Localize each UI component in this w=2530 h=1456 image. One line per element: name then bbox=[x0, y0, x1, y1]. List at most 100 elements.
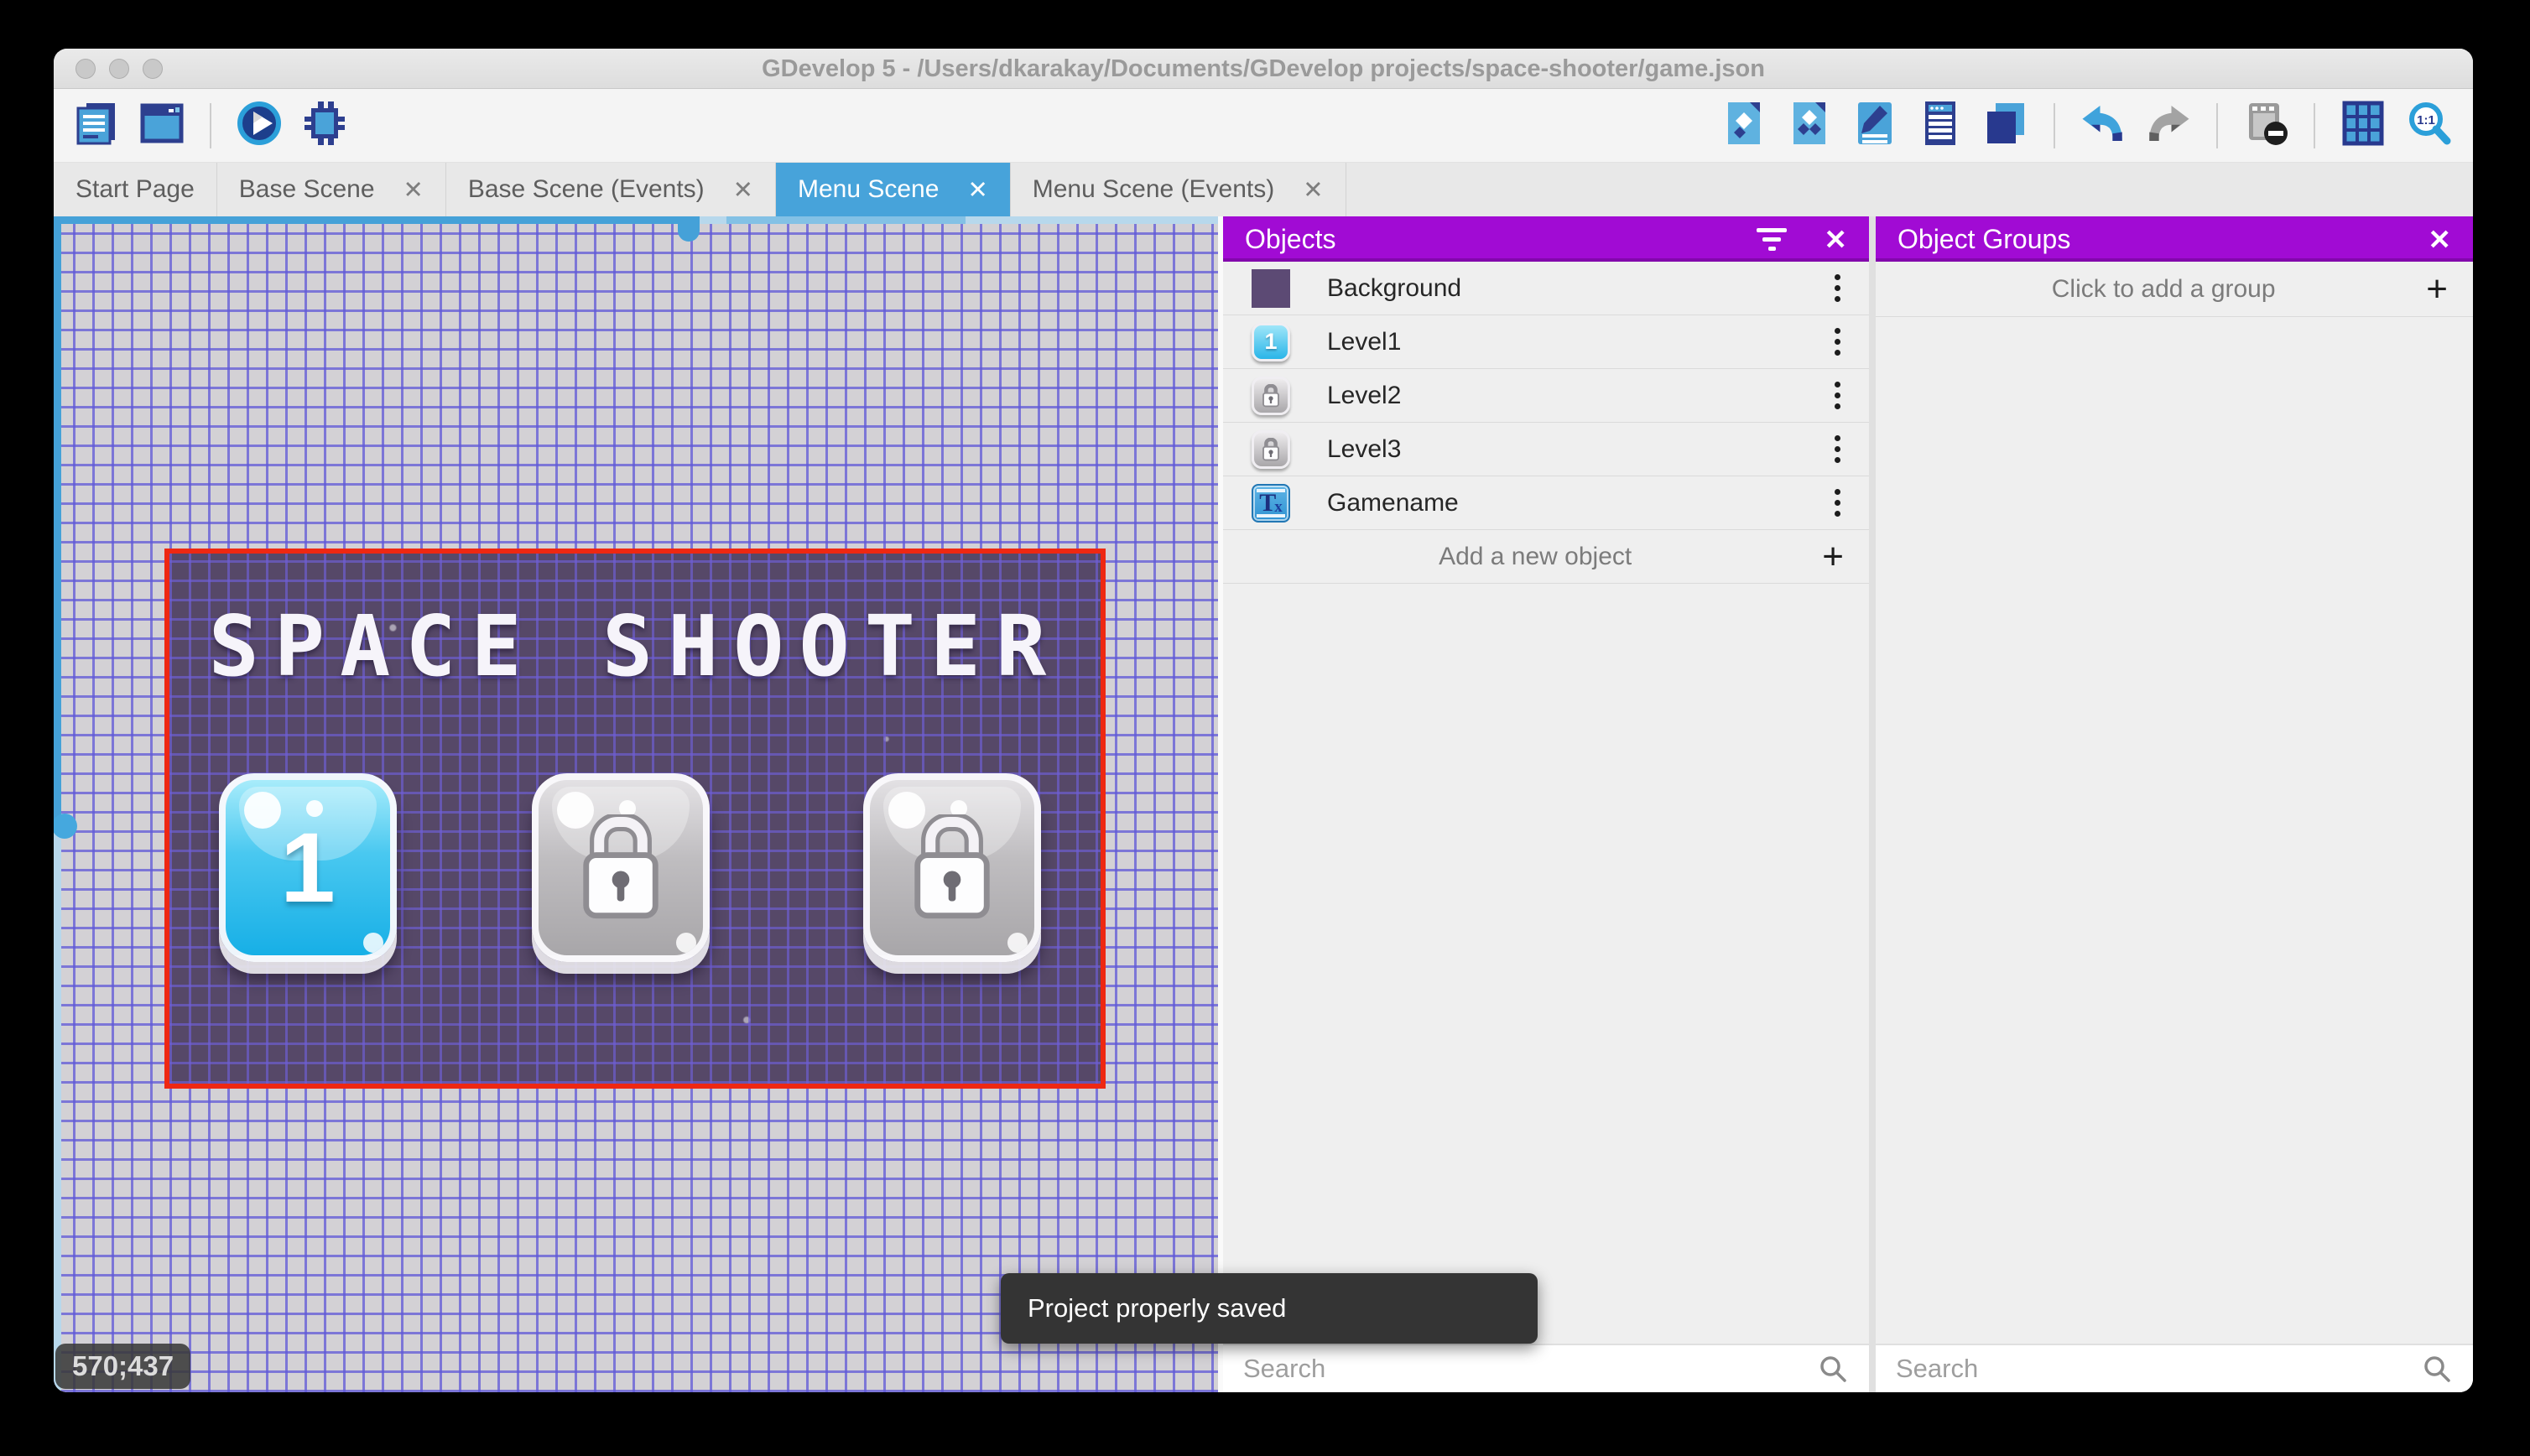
objects-panel-header: Objects ✕ bbox=[1223, 216, 1869, 262]
canvas-horizontal-scrollbar[interactable] bbox=[54, 216, 1218, 242]
kebab-menu-icon[interactable] bbox=[1830, 269, 1845, 307]
main-toolbar: 1:1 bbox=[54, 89, 2473, 163]
kebab-menu-icon[interactable] bbox=[1830, 484, 1845, 522]
project-manager-icon bbox=[73, 100, 120, 151]
app-window: GDevelop 5 - /Users/dkarakay/Documents/G… bbox=[54, 49, 2473, 1392]
add-group-button[interactable]: Click to add a group + bbox=[1876, 262, 2473, 317]
add-icon: + bbox=[1822, 535, 1844, 577]
panel-title: Object Groups bbox=[1898, 223, 2071, 254]
tab-label: Base Scene bbox=[238, 175, 375, 203]
tab-label: Start Page bbox=[75, 175, 195, 203]
background-object-thumbnail bbox=[1252, 268, 1290, 308]
redo-button[interactable] bbox=[2144, 101, 2193, 150]
object-row-level3[interactable]: Level3 bbox=[1223, 423, 1869, 476]
toolbar-divider bbox=[210, 102, 211, 148]
objects-editor-icon bbox=[1721, 100, 1767, 151]
level1-object-thumbnail: 1 bbox=[1252, 322, 1290, 361]
close-tab-icon[interactable]: ✕ bbox=[403, 175, 424, 205]
properties-pencil-icon bbox=[1851, 100, 1898, 151]
filter-icon[interactable] bbox=[1757, 227, 1788, 251]
close-panel-icon[interactable]: ✕ bbox=[2428, 226, 2451, 253]
tab-start-page[interactable]: Start Page bbox=[54, 163, 217, 216]
objects-search-input[interactable] bbox=[1243, 1354, 1817, 1384]
save-toast: Project properly saved bbox=[1001, 1273, 1538, 1344]
redo-icon bbox=[2145, 100, 2192, 151]
panel-title: Objects bbox=[1245, 223, 1336, 254]
scene-instance-level3-button[interactable] bbox=[863, 773, 1041, 962]
level1-number: 1 bbox=[280, 812, 336, 923]
undo-icon bbox=[2080, 100, 2127, 151]
groups-search-input[interactable] bbox=[1896, 1354, 2421, 1384]
add-new-object-button[interactable]: Add a new object + bbox=[1223, 530, 1869, 584]
scene-editor-canvas[interactable]: SPACE SHOOTER 1 570;437 bbox=[54, 216, 1218, 1392]
panel-divider[interactable] bbox=[1869, 216, 1876, 1392]
open-instances-list-button[interactable] bbox=[1916, 101, 1965, 150]
kebab-menu-icon[interactable] bbox=[1830, 323, 1845, 361]
open-layers-editor-button[interactable] bbox=[1981, 101, 2030, 150]
open-window-button[interactable] bbox=[138, 101, 186, 150]
toast-message: Project properly saved bbox=[1028, 1293, 1287, 1323]
hscroll-knob[interactable] bbox=[678, 216, 700, 242]
tab-label: Menu Scene (Events) bbox=[1032, 175, 1275, 203]
scene-instance-background[interactable]: SPACE SHOOTER 1 bbox=[164, 549, 1106, 1089]
grid-icon bbox=[2340, 100, 2387, 151]
open-properties-button[interactable] bbox=[1851, 101, 1899, 150]
toggle-grid-button[interactable] bbox=[2339, 101, 2387, 150]
vscroll-knob[interactable] bbox=[54, 814, 77, 839]
tab-base-scene[interactable]: Base Scene ✕ bbox=[217, 163, 446, 216]
scene-instance-gamename-text[interactable]: SPACE SHOOTER bbox=[169, 597, 1101, 695]
tab-menu-scene-events[interactable]: Menu Scene (Events) ✕ bbox=[1011, 163, 1346, 216]
object-row-background[interactable]: Background bbox=[1223, 262, 1869, 315]
lock-icon bbox=[906, 812, 998, 922]
groups-search-bar bbox=[1876, 1344, 2473, 1392]
search-icon bbox=[2424, 1356, 2450, 1382]
app-window-icon bbox=[138, 100, 185, 151]
object-row-level1[interactable]: 1 Level1 bbox=[1223, 315, 1869, 369]
preview-button[interactable] bbox=[235, 101, 284, 150]
close-tab-icon[interactable]: ✕ bbox=[1303, 175, 1323, 205]
debug-chip-icon bbox=[301, 100, 348, 151]
close-tab-icon[interactable]: ✕ bbox=[967, 175, 987, 205]
tab-label: Base Scene (Events) bbox=[467, 175, 705, 203]
open-object-groups-editor-button[interactable] bbox=[1785, 101, 1834, 150]
open-objects-editor-button[interactable] bbox=[1720, 101, 1768, 150]
undo-button[interactable] bbox=[2079, 101, 2127, 150]
kebab-menu-icon[interactable] bbox=[1830, 377, 1845, 414]
delete-instances-icon bbox=[2242, 100, 2289, 151]
scene-instance-level1-button[interactable]: 1 bbox=[219, 773, 397, 962]
window-title: GDevelop 5 - /Users/dkarakay/Documents/G… bbox=[762, 55, 1765, 82]
debugger-button[interactable] bbox=[300, 101, 349, 150]
title-bar: GDevelop 5 - /Users/dkarakay/Documents/G… bbox=[54, 49, 2473, 89]
toolbar-divider bbox=[2216, 102, 2218, 148]
objects-panel: Objects ✕ Background 1 Level1 Level2 Lev… bbox=[1218, 216, 1869, 1392]
toolbar-divider bbox=[2314, 102, 2315, 148]
scene-instance-level2-button[interactable] bbox=[532, 773, 710, 962]
tab-base-scene-events[interactable]: Base Scene (Events) ✕ bbox=[446, 163, 776, 216]
objects-search-bar bbox=[1223, 1344, 1869, 1392]
toolbar-divider bbox=[2054, 102, 2055, 148]
canvas-vertical-scrollbar[interactable] bbox=[54, 216, 77, 1392]
lock-icon bbox=[575, 812, 667, 922]
close-tab-icon[interactable]: ✕ bbox=[733, 175, 753, 205]
tab-label: Menu Scene bbox=[797, 175, 940, 203]
svg-text:1:1: 1:1 bbox=[2417, 113, 2435, 127]
add-icon: + bbox=[2426, 268, 2448, 309]
object-row-level2[interactable]: Level2 bbox=[1223, 369, 1869, 423]
instances-list-icon bbox=[1917, 100, 1964, 151]
search-icon bbox=[1820, 1356, 1846, 1382]
level2-object-thumbnail bbox=[1252, 376, 1290, 415]
delete-selection-button[interactable] bbox=[2241, 101, 2290, 150]
zoom-button[interactable]: 1:1 bbox=[2404, 101, 2453, 150]
cursor-coordinates: 570;437 bbox=[55, 1344, 191, 1389]
object-groups-panel: Object Groups ✕ Click to add a group + bbox=[1876, 216, 2473, 1392]
play-icon bbox=[236, 100, 283, 151]
project-manager-button[interactable] bbox=[72, 101, 121, 150]
layers-icon bbox=[1982, 100, 2029, 151]
object-row-gamename[interactable]: Tx Gamename bbox=[1223, 476, 1869, 530]
kebab-menu-icon[interactable] bbox=[1830, 430, 1845, 468]
object-groups-panel-header: Object Groups ✕ bbox=[1876, 216, 2473, 262]
tab-menu-scene[interactable]: Menu Scene ✕ bbox=[775, 163, 1011, 216]
close-panel-icon[interactable]: ✕ bbox=[1824, 226, 1847, 253]
object-groups-editor-icon bbox=[1786, 100, 1833, 151]
gamename-object-thumbnail: Tx bbox=[1252, 483, 1290, 523]
